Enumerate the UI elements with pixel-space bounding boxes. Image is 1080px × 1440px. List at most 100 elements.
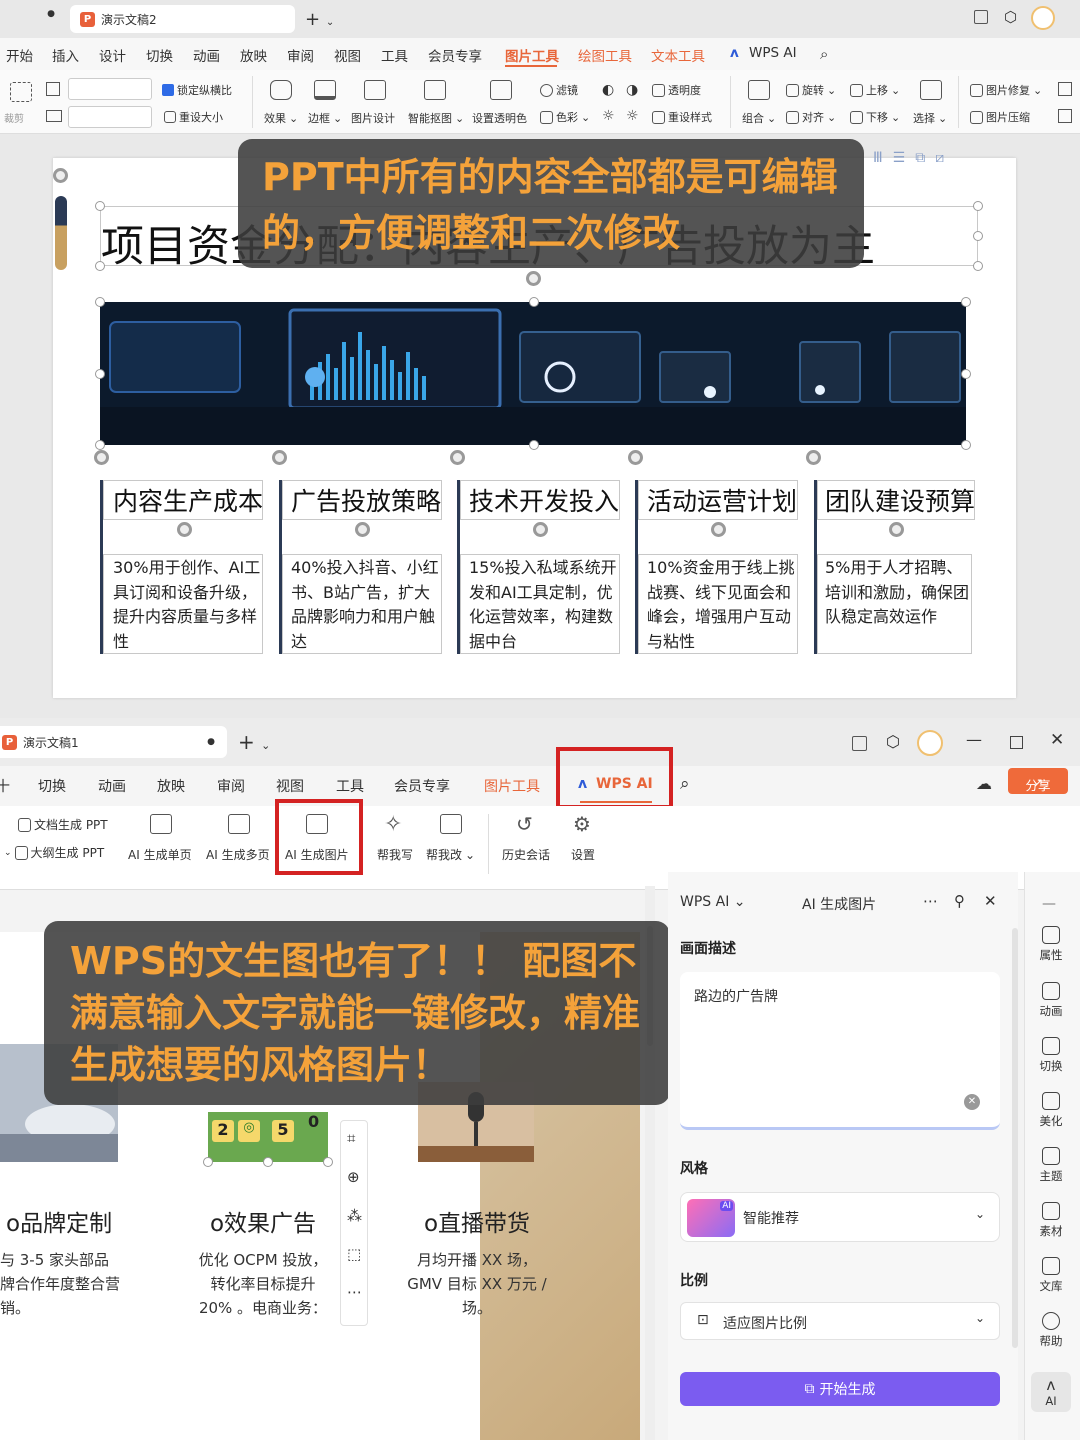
rotate-handle-icon[interactable] xyxy=(94,450,109,465)
transparency-button[interactable]: 透明度 xyxy=(652,82,701,98)
column-1-text[interactable]: 30%用于创作、AI工具订阅和设备升级，提升内容质量与多样性 xyxy=(113,556,261,654)
ai-multi-page-button[interactable]: AI 生成多页 xyxy=(206,846,270,863)
menu-tools[interactable]: 工具 xyxy=(381,45,408,65)
menu-transition[interactable]: 切换 xyxy=(146,45,173,65)
column-3-text[interactable]: 15%投入私域系统开发和AI工具定制，优化运营效率，构建数据中台 xyxy=(469,556,617,654)
align-button[interactable]: 对齐 ⌄ xyxy=(786,109,836,125)
side-library[interactable]: 文库 xyxy=(1033,1257,1069,1294)
side-transition[interactable]: 切换 xyxy=(1033,1037,1069,1074)
soften-icon[interactable]: ☼ xyxy=(626,108,639,124)
zoom-icon[interactable]: ⊕ xyxy=(347,1168,360,1186)
send-down-button[interactable]: 下移 ⌄ xyxy=(850,109,900,125)
resize-handle[interactable] xyxy=(95,369,105,379)
resize-handle[interactable] xyxy=(95,201,105,211)
resize-handle[interactable] xyxy=(961,440,971,450)
side-assets[interactable]: 素材 xyxy=(1033,1202,1069,1239)
rotate-handle-icon[interactable] xyxy=(533,522,548,537)
more-icon[interactable]: ⋯ xyxy=(347,1283,362,1301)
menu-insert[interactable]: 插入 xyxy=(52,45,79,65)
lock-ratio-checkbox[interactable]: 锁定纵横比 xyxy=(162,82,232,98)
ai-single-page-button[interactable]: AI 生成单页 xyxy=(128,846,192,863)
more-icon[interactable]: ⋯ xyxy=(923,892,938,910)
rotate-handle-icon[interactable] xyxy=(450,450,465,465)
side-ai[interactable]: ʌ AI xyxy=(1031,1372,1071,1412)
rotate-handle-icon[interactable] xyxy=(711,522,726,537)
picture-design-button[interactable]: 图片设计 xyxy=(351,110,395,126)
resize-handle[interactable] xyxy=(529,297,539,307)
hero-image[interactable] xyxy=(100,302,966,445)
tab-drawing-tools[interactable]: 绘图工具 xyxy=(578,45,632,65)
rotate-handle-icon[interactable] xyxy=(53,168,68,183)
bring-up-button[interactable]: 上移 ⌄ xyxy=(850,82,900,98)
multi-page-icon[interactable] xyxy=(228,814,250,834)
menu-tools[interactable]: 工具 xyxy=(336,776,364,796)
pin-icon[interactable]: ⚲ xyxy=(954,892,965,910)
menu-view[interactable]: 视图 xyxy=(276,776,304,796)
menu-start[interactable]: 开始 xyxy=(6,45,33,65)
tab-text-tools[interactable]: 文本工具 xyxy=(651,45,705,65)
menu-transition[interactable]: 切换 xyxy=(38,776,66,796)
set-transparent-icon[interactable] xyxy=(490,80,512,100)
rotate-handle-icon[interactable] xyxy=(628,450,643,465)
border-icon[interactable] xyxy=(314,80,336,100)
new-tab-button[interactable]: + ⌄ xyxy=(238,730,270,754)
smart-cutout-button[interactable]: 智能抠图 ⌄ xyxy=(408,110,464,126)
resize-handle[interactable] xyxy=(95,440,105,450)
window-restore-icon[interactable] xyxy=(852,736,867,751)
resize-handle[interactable] xyxy=(529,440,539,450)
close-icon[interactable]: ✕ xyxy=(1050,730,1064,750)
edit-icon[interactable] xyxy=(440,814,462,834)
column-5-head[interactable]: 团队建设预算 xyxy=(825,482,975,518)
close-icon[interactable]: ✕ xyxy=(984,892,997,910)
cube-icon[interactable]: ⬡ xyxy=(886,732,900,751)
resize-handle[interactable] xyxy=(263,1157,273,1167)
sharpen-icon[interactable]: ☼ xyxy=(602,108,615,124)
brightness-icon[interactable]: ◐ xyxy=(602,82,614,98)
decorative-shape[interactable] xyxy=(55,196,67,270)
side-theme[interactable]: 主题 xyxy=(1033,1147,1069,1184)
picture-repair-button[interactable]: 图片修复 ⌄ xyxy=(970,82,1042,98)
side-properties[interactable]: 属性 xyxy=(1033,926,1069,963)
tab-document[interactable]: P 演示文稿1 ● xyxy=(0,726,227,758)
ratio-select[interactable]: ⊡ 适应图片比例 ⌄ xyxy=(680,1302,1000,1340)
rotate-handle-icon[interactable] xyxy=(272,450,287,465)
menu-review[interactable]: 审阅 xyxy=(217,776,245,796)
help-write-button[interactable]: 帮我写 xyxy=(377,846,413,863)
minimize-icon[interactable]: — xyxy=(966,730,982,749)
resize-handle[interactable] xyxy=(961,297,971,307)
rotate-handle-icon[interactable] xyxy=(889,522,904,537)
picture-design-icon[interactable] xyxy=(364,80,386,100)
tab-document[interactable]: P 演示文稿2 xyxy=(70,5,295,33)
resize-handle[interactable] xyxy=(95,297,105,307)
search-icon[interactable]: ⌕ xyxy=(680,774,690,794)
rotate-button[interactable]: 旋转 ⌄ xyxy=(786,82,836,98)
width-input[interactable] xyxy=(68,106,152,128)
group-button[interactable]: 组合 ⌄ xyxy=(742,110,776,126)
tab-picture-tools[interactable]: 图片工具 xyxy=(484,776,540,796)
doc-to-ppt-button[interactable]: 文档生成 PPT xyxy=(18,816,108,833)
effects-icon[interactable] xyxy=(270,80,292,100)
menu-design[interactable]: 设计 xyxy=(99,45,126,65)
menu-slideshow[interactable]: 放映 xyxy=(240,45,267,65)
menu-member[interactable]: 会员专享 xyxy=(394,776,450,796)
rotate-handle-icon[interactable] xyxy=(177,522,192,537)
desc-textarea[interactable]: 路边的广告牌 ✕ xyxy=(680,972,1000,1130)
clear-icon[interactable]: ✕ xyxy=(964,1094,980,1110)
border-button[interactable]: 边框 ⌄ xyxy=(308,110,342,126)
help-edit-button[interactable]: 帮我改 ⌄ xyxy=(426,846,475,863)
resize-handle[interactable] xyxy=(323,1157,333,1167)
card-ads[interactable]: o效果广告 优化 OCPM 投放，转化率目标提升 20% 。电商业务： xyxy=(196,1204,330,1320)
rotate-handle-icon[interactable] xyxy=(526,271,541,286)
select-icon[interactable] xyxy=(920,80,942,100)
resize-handle[interactable] xyxy=(203,1157,213,1167)
rotate-handle-icon[interactable] xyxy=(355,522,370,537)
resize-handle[interactable] xyxy=(973,231,983,241)
rotate-handle-icon[interactable] xyxy=(806,450,821,465)
single-page-icon[interactable] xyxy=(150,814,172,834)
select-button[interactable]: 选择 ⌄ xyxy=(913,110,947,126)
contrast-icon[interactable]: ◑ xyxy=(626,82,638,98)
filter-button[interactable]: 滤镜 xyxy=(540,82,578,98)
search-icon[interactable]: ⌕ xyxy=(820,45,828,63)
menu-cut-off[interactable]: 十 xyxy=(0,776,10,796)
share-button[interactable]: ↗ 分享 xyxy=(1008,768,1068,794)
